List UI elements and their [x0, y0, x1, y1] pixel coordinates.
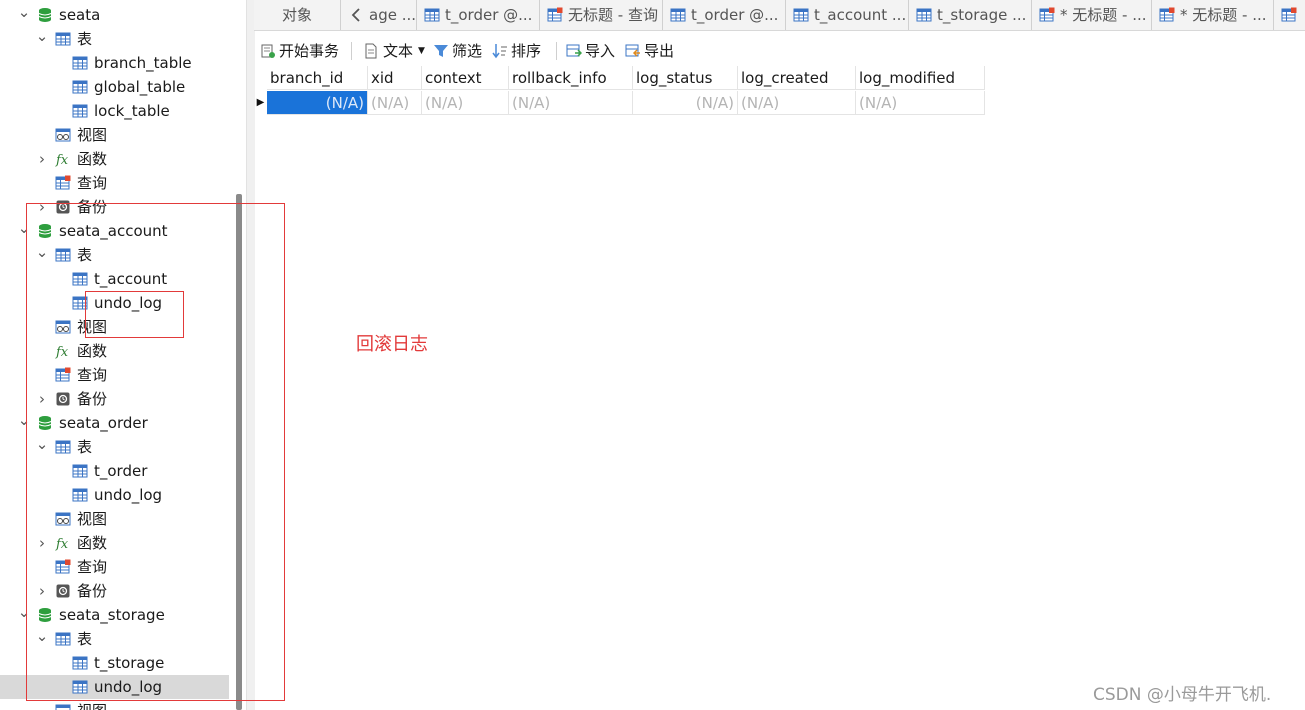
- column-header-branch-id[interactable]: branch_id: [267, 66, 368, 90]
- annotation-label: 回滚日志: [356, 334, 428, 355]
- query-icon: [55, 175, 71, 190]
- begin-transaction-label: 开始事务: [279, 42, 340, 60]
- filter-button[interactable]: 筛选: [432, 38, 488, 64]
- import-button[interactable]: 导入: [565, 38, 619, 64]
- import-icon: [566, 44, 582, 57]
- table-icon: [72, 56, 88, 70]
- svg-text:fx: fx: [55, 153, 69, 167]
- tab-2[interactable]: t_order @...: [417, 0, 540, 30]
- tree-item-label: seata: [59, 6, 101, 24]
- grid-toolbar: 开始事务 文本 ▼ 筛选 排序 导入 导出: [254, 38, 1305, 64]
- tree-item-label: branch_table: [94, 54, 192, 72]
- tree-item-folder-queries[interactable]: 查询: [0, 171, 229, 195]
- tab-label: t_order @...: [691, 6, 779, 24]
- text-view-button[interactable]: 文本 ▼: [361, 38, 429, 64]
- table-icon: [670, 8, 686, 22]
- grid-cell[interactable]: (N/A): [422, 91, 509, 115]
- tree-item-label: 查询: [77, 174, 108, 192]
- filter-label: 筛选: [452, 42, 483, 60]
- tab-4[interactable]: t_order @...: [663, 0, 786, 30]
- tree-item-table-global-table[interactable]: global_table: [0, 75, 229, 99]
- table-icon: [72, 80, 88, 94]
- tab-label: t_account ...: [814, 6, 907, 24]
- begin-transaction-button[interactable]: 开始事务: [258, 38, 346, 64]
- tree-item-label: 表: [77, 30, 93, 48]
- annotation-box-undo-log: [85, 291, 184, 338]
- table-icon: [793, 8, 809, 22]
- tree-item-database-seata[interactable]: ⌄ seata: [0, 3, 229, 27]
- import-label: 导入: [585, 42, 616, 60]
- table-icon: [55, 32, 71, 46]
- watermark: CSDN @小母牛开飞机.: [1093, 685, 1272, 705]
- query-icon: [1039, 7, 1055, 22]
- chevron-right-icon[interactable]: ›: [35, 147, 49, 171]
- text-document-icon: [365, 43, 377, 59]
- filter-funnel-icon: [434, 45, 448, 57]
- table-icon: [424, 8, 440, 22]
- column-header-context[interactable]: context: [422, 66, 509, 90]
- tab-label: t_order @...: [445, 6, 533, 24]
- tab-label: * 无标题 - ...: [1060, 6, 1147, 24]
- sort-icon: [492, 44, 507, 59]
- table-icon: [72, 104, 88, 118]
- tree-item-label: 函数: [77, 150, 108, 168]
- column-header-log-modified[interactable]: log_modified: [856, 66, 985, 90]
- tab-6[interactable]: t_storage ...: [909, 0, 1032, 30]
- text-view-label: 文本: [383, 42, 414, 60]
- tree-item-folder-tables[interactable]: ⌄ 表: [0, 27, 229, 51]
- view-icon: [55, 704, 71, 710]
- tab-9[interactable]: [1274, 0, 1305, 30]
- column-header-xid[interactable]: xid: [368, 66, 422, 90]
- grid-cell[interactable]: (N/A): [267, 91, 368, 115]
- column-header-rollback-info[interactable]: rollback_info: [509, 66, 633, 90]
- tree-item-table-branch-table[interactable]: branch_table: [0, 51, 229, 75]
- tab-bar: 对象 age ... t_order @... 无标题 - 查询 t_order @..…: [254, 0, 1305, 31]
- sort-label: 排序: [511, 42, 542, 60]
- tree-item-table-lock-table[interactable]: lock_table: [0, 99, 229, 123]
- annotation-box-database: [26, 203, 285, 701]
- query-icon: [547, 7, 563, 22]
- query-icon: [1159, 7, 1175, 22]
- tree-item-folder-functions[interactable]: › fx 函数: [0, 147, 229, 171]
- sort-button[interactable]: 排序: [491, 38, 547, 64]
- grid-cell[interactable]: (N/A): [509, 91, 633, 115]
- tab-5[interactable]: t_account ...: [786, 0, 909, 30]
- column-header-log-created[interactable]: log_created: [738, 66, 856, 90]
- export-label: 导出: [644, 42, 675, 60]
- tree-item-label: 视图: [77, 126, 108, 144]
- tab-8[interactable]: * 无标题 - ...: [1152, 0, 1274, 30]
- tab-3[interactable]: 无标题 - 查询: [540, 0, 663, 30]
- grid-cell[interactable]: (N/A): [856, 91, 985, 115]
- table-icon: [916, 8, 932, 22]
- database-icon: [38, 8, 52, 22]
- chevron-down-icon[interactable]: ⌄: [17, 3, 31, 27]
- grid-cell[interactable]: (N/A): [738, 91, 856, 115]
- tab-label: * 无标题 - ...: [1180, 6, 1267, 24]
- tab-7[interactable]: * 无标题 - ...: [1032, 0, 1152, 30]
- tab-label: 对象: [282, 6, 313, 24]
- toolbar-separator: [351, 42, 352, 60]
- chevron-down-icon: ▼: [418, 46, 425, 56]
- grid-cell[interactable]: (N/A): [633, 91, 738, 115]
- grid-cell[interactable]: (N/A): [368, 91, 422, 115]
- query-icon: [1281, 7, 1297, 22]
- tab-label: 无标题 - 查询: [568, 6, 658, 24]
- tree-item-label: global_table: [94, 78, 186, 96]
- function-icon: fx: [55, 153, 69, 167]
- toolbar-separator: [556, 42, 557, 60]
- column-header-log-status[interactable]: log_status: [633, 66, 738, 90]
- tree-item-label: lock_table: [94, 102, 170, 120]
- tab-1[interactable]: age ...: [341, 0, 417, 30]
- chevron-down-icon[interactable]: ⌄: [35, 27, 49, 51]
- view-icon: [55, 128, 71, 142]
- tab-label: t_storage ...: [937, 6, 1027, 24]
- tab-label: age ...: [369, 6, 417, 24]
- export-button[interactable]: 导出: [624, 38, 678, 64]
- current-row-indicator-icon: ▶: [256, 97, 265, 108]
- transaction-icon: [261, 44, 275, 58]
- tree-item-folder-views[interactable]: 视图: [0, 123, 229, 147]
- back-chevron-icon: [351, 8, 360, 22]
- tab-0[interactable]: 对象: [254, 0, 341, 30]
- export-icon: [625, 44, 640, 57]
